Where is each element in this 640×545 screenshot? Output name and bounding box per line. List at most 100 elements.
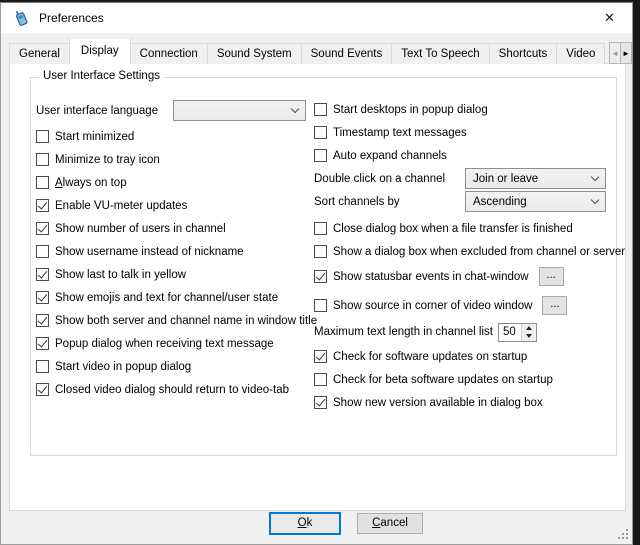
tab-text-to-speech[interactable]: Text To Speech	[391, 43, 489, 64]
group-title: User Interface Settings	[39, 70, 164, 82]
max-text-length-spinner[interactable]: 50	[498, 323, 537, 342]
video-source-row: Show source in corner of video window ..…	[314, 292, 624, 319]
check-auto-expand[interactable]: Auto expand channels	[314, 144, 624, 167]
checkbox-label: Check for beta software updates on start…	[333, 374, 553, 386]
checkbox[interactable]	[36, 360, 49, 373]
checkbox[interactable]	[36, 314, 49, 327]
checkbox-label: Minimize to tray icon	[55, 154, 160, 166]
check-vu-meter[interactable]: Enable VU-meter updates	[36, 194, 312, 217]
ok-button[interactable]: Ok	[269, 512, 341, 535]
checkbox[interactable]	[36, 337, 49, 350]
checkbox-label: Always on top	[55, 177, 127, 189]
left-column: User interface language Start minimized …	[36, 96, 312, 401]
check-show-username[interactable]: Show username instead of nickname	[36, 240, 312, 263]
double-click-combobox[interactable]: Join or leave	[465, 168, 606, 189]
checkbox-label: Show last to talk in yellow	[55, 269, 186, 281]
checkbox[interactable]	[36, 383, 49, 396]
checkbox[interactable]	[314, 103, 327, 116]
check-emojis[interactable]: Show emojis and text for channel/user st…	[36, 286, 312, 309]
check-beta-updates[interactable]: Check for beta software updates on start…	[314, 368, 624, 391]
tab-general[interactable]: General	[9, 43, 70, 64]
checkbox[interactable]	[36, 245, 49, 258]
check-close-on-transfer[interactable]: Close dialog box when a file transfer is…	[314, 217, 624, 240]
checkbox[interactable]	[36, 199, 49, 212]
statusbar-events-browse-button[interactable]: ...	[539, 267, 564, 286]
checkbox[interactable]	[314, 350, 327, 363]
checkbox[interactable]	[314, 396, 327, 409]
max-text-length-value[interactable]: 50	[499, 324, 521, 341]
spinner-up-icon	[526, 326, 532, 330]
tab-shortcuts[interactable]: Shortcuts	[489, 43, 558, 64]
check-start-minimized[interactable]: Start minimized	[36, 125, 312, 148]
checkbox[interactable]	[36, 176, 49, 189]
checkbox[interactable]	[36, 268, 49, 281]
checkbox-label: Check for software updates on startup	[333, 351, 527, 363]
checkbox-label: Start desktops in popup dialog	[333, 104, 488, 116]
checkbox-label: Show source in corner of video window	[333, 300, 532, 312]
checkbox[interactable]	[314, 126, 327, 139]
tab-connection[interactable]: Connection	[130, 43, 208, 64]
check-always-on-top[interactable]: Always on top	[36, 171, 312, 194]
tab-sound-events[interactable]: Sound Events	[301, 43, 393, 64]
statusbar-events-row: Show statusbar events in chat-window ...	[314, 263, 624, 290]
check-last-to-talk[interactable]: Show last to talk in yellow	[36, 263, 312, 286]
double-click-row: Double click on a channel Join or leave	[314, 167, 624, 190]
tab-video[interactable]: Video	[556, 43, 605, 64]
max-text-length-label: Maximum text length in channel list	[314, 326, 493, 338]
title-bar: Preferences ✕	[1, 3, 632, 33]
spinner-buttons	[521, 324, 536, 341]
checkbox[interactable]	[314, 299, 327, 312]
checkbox-label: Show both server and channel name in win…	[55, 315, 317, 327]
check-show-user-count[interactable]: Show number of users in channel	[36, 217, 312, 240]
close-button[interactable]: ✕	[587, 3, 632, 33]
check-excluded-dialog[interactable]: Show a dialog box when excluded from cha…	[314, 240, 624, 263]
cancel-button[interactable]: Cancel	[357, 513, 423, 534]
checkbox-label: Show a dialog box when excluded from cha…	[333, 246, 625, 258]
checkbox[interactable]	[314, 270, 327, 283]
checkbox-label: Show username instead of nickname	[55, 246, 244, 258]
sort-channels-value: Ascending	[473, 196, 527, 208]
user-interface-settings-group: User Interface Settings User interface l…	[30, 77, 617, 456]
check-video-popup[interactable]: Start video in popup dialog	[36, 355, 312, 378]
checkbox-label: Start video in popup dialog	[55, 361, 191, 373]
spinner-up-button[interactable]	[521, 324, 536, 333]
checkbox[interactable]	[36, 130, 49, 143]
tab-sound-system[interactable]: Sound System	[207, 43, 302, 64]
language-combobox[interactable]	[173, 100, 306, 121]
cancel-button-label: Cancel	[358, 514, 422, 533]
display-tab-panel: User Interface Settings User interface l…	[9, 63, 626, 511]
checkbox[interactable]	[36, 153, 49, 166]
scroll-right-icon: ►	[622, 49, 630, 58]
checkbox-label: Start minimized	[55, 131, 134, 143]
check-closed-video-return[interactable]: Closed video dialog should return to vid…	[36, 378, 312, 401]
checkbox-label: Auto expand channels	[333, 150, 447, 162]
check-minimize-to-tray[interactable]: Minimize to tray icon	[36, 148, 312, 171]
tab-scrollers: ◄ ►	[609, 42, 632, 64]
checkbox[interactable]	[314, 222, 327, 235]
scroll-left-icon: ◄	[611, 49, 619, 58]
check-popup-text-message[interactable]: Popup dialog when receiving text message	[36, 332, 312, 355]
close-icon: ✕	[604, 10, 615, 26]
tab-scroll-right-button[interactable]: ►	[620, 42, 632, 64]
tab-display[interactable]: Display	[69, 39, 131, 64]
sort-channels-combobox[interactable]: Ascending	[465, 191, 606, 212]
checkbox[interactable]	[36, 222, 49, 235]
check-desktops-popup[interactable]: Start desktops in popup dialog	[314, 98, 624, 121]
sort-channels-label: Sort channels by	[314, 196, 465, 208]
tab-strip: General Display Connection Sound System …	[9, 39, 610, 64]
spinner-down-button[interactable]	[521, 332, 536, 341]
check-new-version-dialog[interactable]: Show new version available in dialog box	[314, 391, 624, 414]
check-server-channel-title[interactable]: Show both server and channel name in win…	[36, 309, 312, 332]
checkbox-label: Show number of users in channel	[55, 223, 226, 235]
checkbox[interactable]	[314, 149, 327, 162]
check-timestamp-messages[interactable]: Timestamp text messages	[314, 121, 624, 144]
checkbox[interactable]	[314, 245, 327, 258]
language-label: User interface language	[36, 105, 173, 117]
checkbox[interactable]	[36, 291, 49, 304]
video-source-browse-button[interactable]: ...	[542, 296, 567, 315]
checkbox-label: Popup dialog when receiving text message	[55, 338, 274, 350]
resize-grip[interactable]	[617, 528, 629, 540]
check-software-updates[interactable]: Check for software updates on startup	[314, 345, 624, 368]
checkbox-label: Closed video dialog should return to vid…	[55, 384, 289, 396]
checkbox[interactable]	[314, 373, 327, 386]
